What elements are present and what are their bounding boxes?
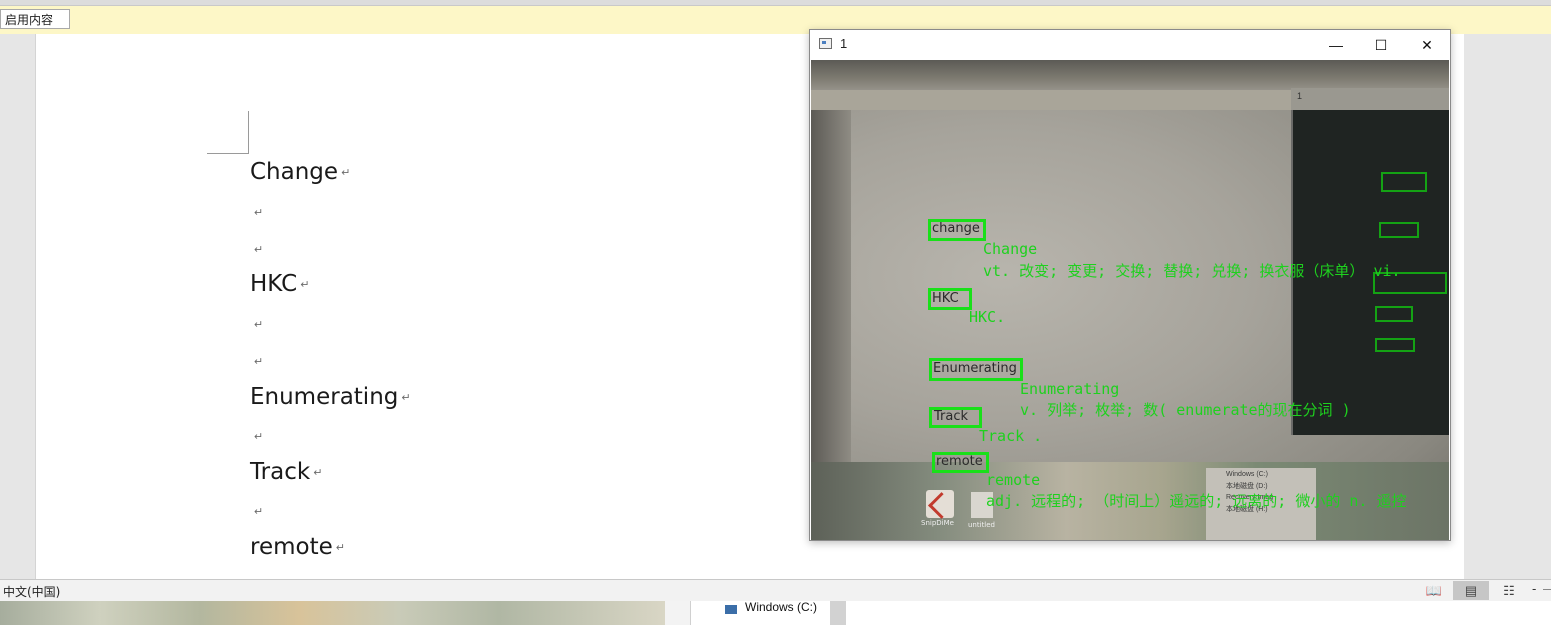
feed-inner-detection-box	[1375, 338, 1415, 352]
empty-paragraph-mark: ↵	[254, 431, 264, 443]
feed-toolbar-area	[811, 60, 1449, 90]
feed-app-label: SnipDiMe	[921, 519, 954, 527]
feed-inner-window-title: 1	[1291, 88, 1449, 110]
doc-paragraph-track[interactable]: Track ↵	[250, 459, 322, 485]
zoom-slider[interactable]	[1543, 589, 1551, 590]
feed-app-label: untitled	[968, 521, 996, 529]
empty-paragraph-mark: ↵	[254, 506, 264, 518]
explorer-panel: Windows (C:)	[690, 600, 831, 625]
paragraph-text: Enumerating	[250, 384, 399, 410]
drive-icon	[725, 605, 737, 614]
paragraph-text: Track	[250, 459, 311, 485]
translation-line: Change	[983, 240, 1038, 258]
status-bar: 中文(中国) 📖 ▤ ☷ -	[0, 579, 1551, 601]
margin-corner-mark	[207, 153, 249, 154]
paragraph-mark: ↵	[341, 166, 351, 179]
translation-line: Enumerating	[1020, 380, 1120, 398]
desktop-wallpaper	[0, 601, 665, 625]
paragraph-mark: ↵	[335, 541, 345, 554]
paragraph-mark: ↵	[401, 391, 411, 404]
translation-line: Track .	[979, 427, 1043, 445]
maximize-button[interactable]: ☐	[1358, 30, 1404, 60]
scrollbar[interactable]	[830, 601, 846, 625]
feed-inner-detection-box	[1381, 172, 1427, 192]
paragraph-mark: ↵	[300, 278, 310, 291]
web-layout-icon[interactable]: ☷	[1491, 581, 1527, 600]
paragraph-mark: ↵	[313, 466, 323, 479]
drive-label[interactable]: Windows (C:)	[745, 600, 817, 614]
empty-paragraph-mark: ↵	[254, 319, 264, 331]
close-button[interactable]: ✕	[1404, 30, 1450, 60]
detected-word: Enumerating	[933, 361, 1017, 376]
doc-paragraph-enumerating[interactable]: Enumerating ↵	[250, 384, 411, 410]
language-indicator[interactable]: 中文(中国)	[3, 583, 60, 600]
margin-corner-mark	[248, 111, 249, 153]
doc-paragraph-remote[interactable]: remote ↵	[250, 534, 345, 560]
translation-line: HKC.	[969, 308, 1006, 326]
translation-line: vt. 改变; 变更; 交换; 替换; 兑换; 换衣服（床单） vi.	[983, 262, 1401, 280]
empty-paragraph-mark: ↵	[254, 356, 264, 368]
window-app-icon	[819, 38, 832, 49]
detected-word: HKC	[932, 291, 959, 306]
feed-app-icon	[926, 490, 954, 518]
feed-shadow	[811, 110, 851, 465]
zoom-out-button[interactable]: -	[1532, 581, 1536, 596]
feed-inner-detection-box	[1375, 306, 1413, 322]
translation-line: remote	[986, 471, 1041, 489]
empty-paragraph-mark: ↵	[254, 244, 264, 256]
feed-inner-detection-box	[1379, 222, 1419, 238]
translation-line: adj. 远程的; （时间上）遥远的; 远离的; 微小的 n. 遥控	[986, 492, 1407, 510]
document-margin-right	[1464, 34, 1551, 579]
minimize-button[interactable]: —	[1313, 30, 1359, 60]
translation-line: v. 列举; 枚举; 数( enumerate的现在分词 )	[1020, 401, 1351, 419]
doc-paragraph-change[interactable]: Change ↵	[250, 159, 350, 185]
paragraph-text: HKC	[250, 271, 298, 297]
read-mode-icon[interactable]: 📖	[1416, 581, 1452, 600]
empty-paragraph-mark: ↵	[254, 207, 264, 219]
detected-word: remote	[936, 454, 983, 469]
print-layout-icon[interactable]: ▤	[1453, 581, 1489, 600]
feed-explorer-item: Windows (C:)	[1226, 471, 1269, 478]
inner-window-title-text: 1	[1297, 91, 1303, 101]
enable-content-button[interactable]: 启用内容	[0, 9, 70, 29]
doc-paragraph-hkc[interactable]: HKC ↵	[250, 271, 309, 297]
window-titlebar[interactable]: 1 — ☐ ✕	[810, 30, 1450, 60]
camera-feed: 1 Windows (C:) 本地磁盘 (D:) Recovery Imag 本…	[811, 60, 1449, 540]
paragraph-text: Change	[250, 159, 339, 185]
paragraph-text: remote	[250, 534, 333, 560]
divider	[665, 601, 690, 625]
document-margin-left	[0, 34, 35, 579]
explorer-content	[846, 601, 1551, 625]
detected-word: change	[932, 221, 980, 236]
detected-word: Track	[934, 409, 969, 424]
window-title: 1	[840, 36, 848, 51]
camera-window[interactable]: 1 — ☐ ✕ 1 Windows (C:) 本地磁盘 (D:) Recover…	[809, 29, 1451, 541]
